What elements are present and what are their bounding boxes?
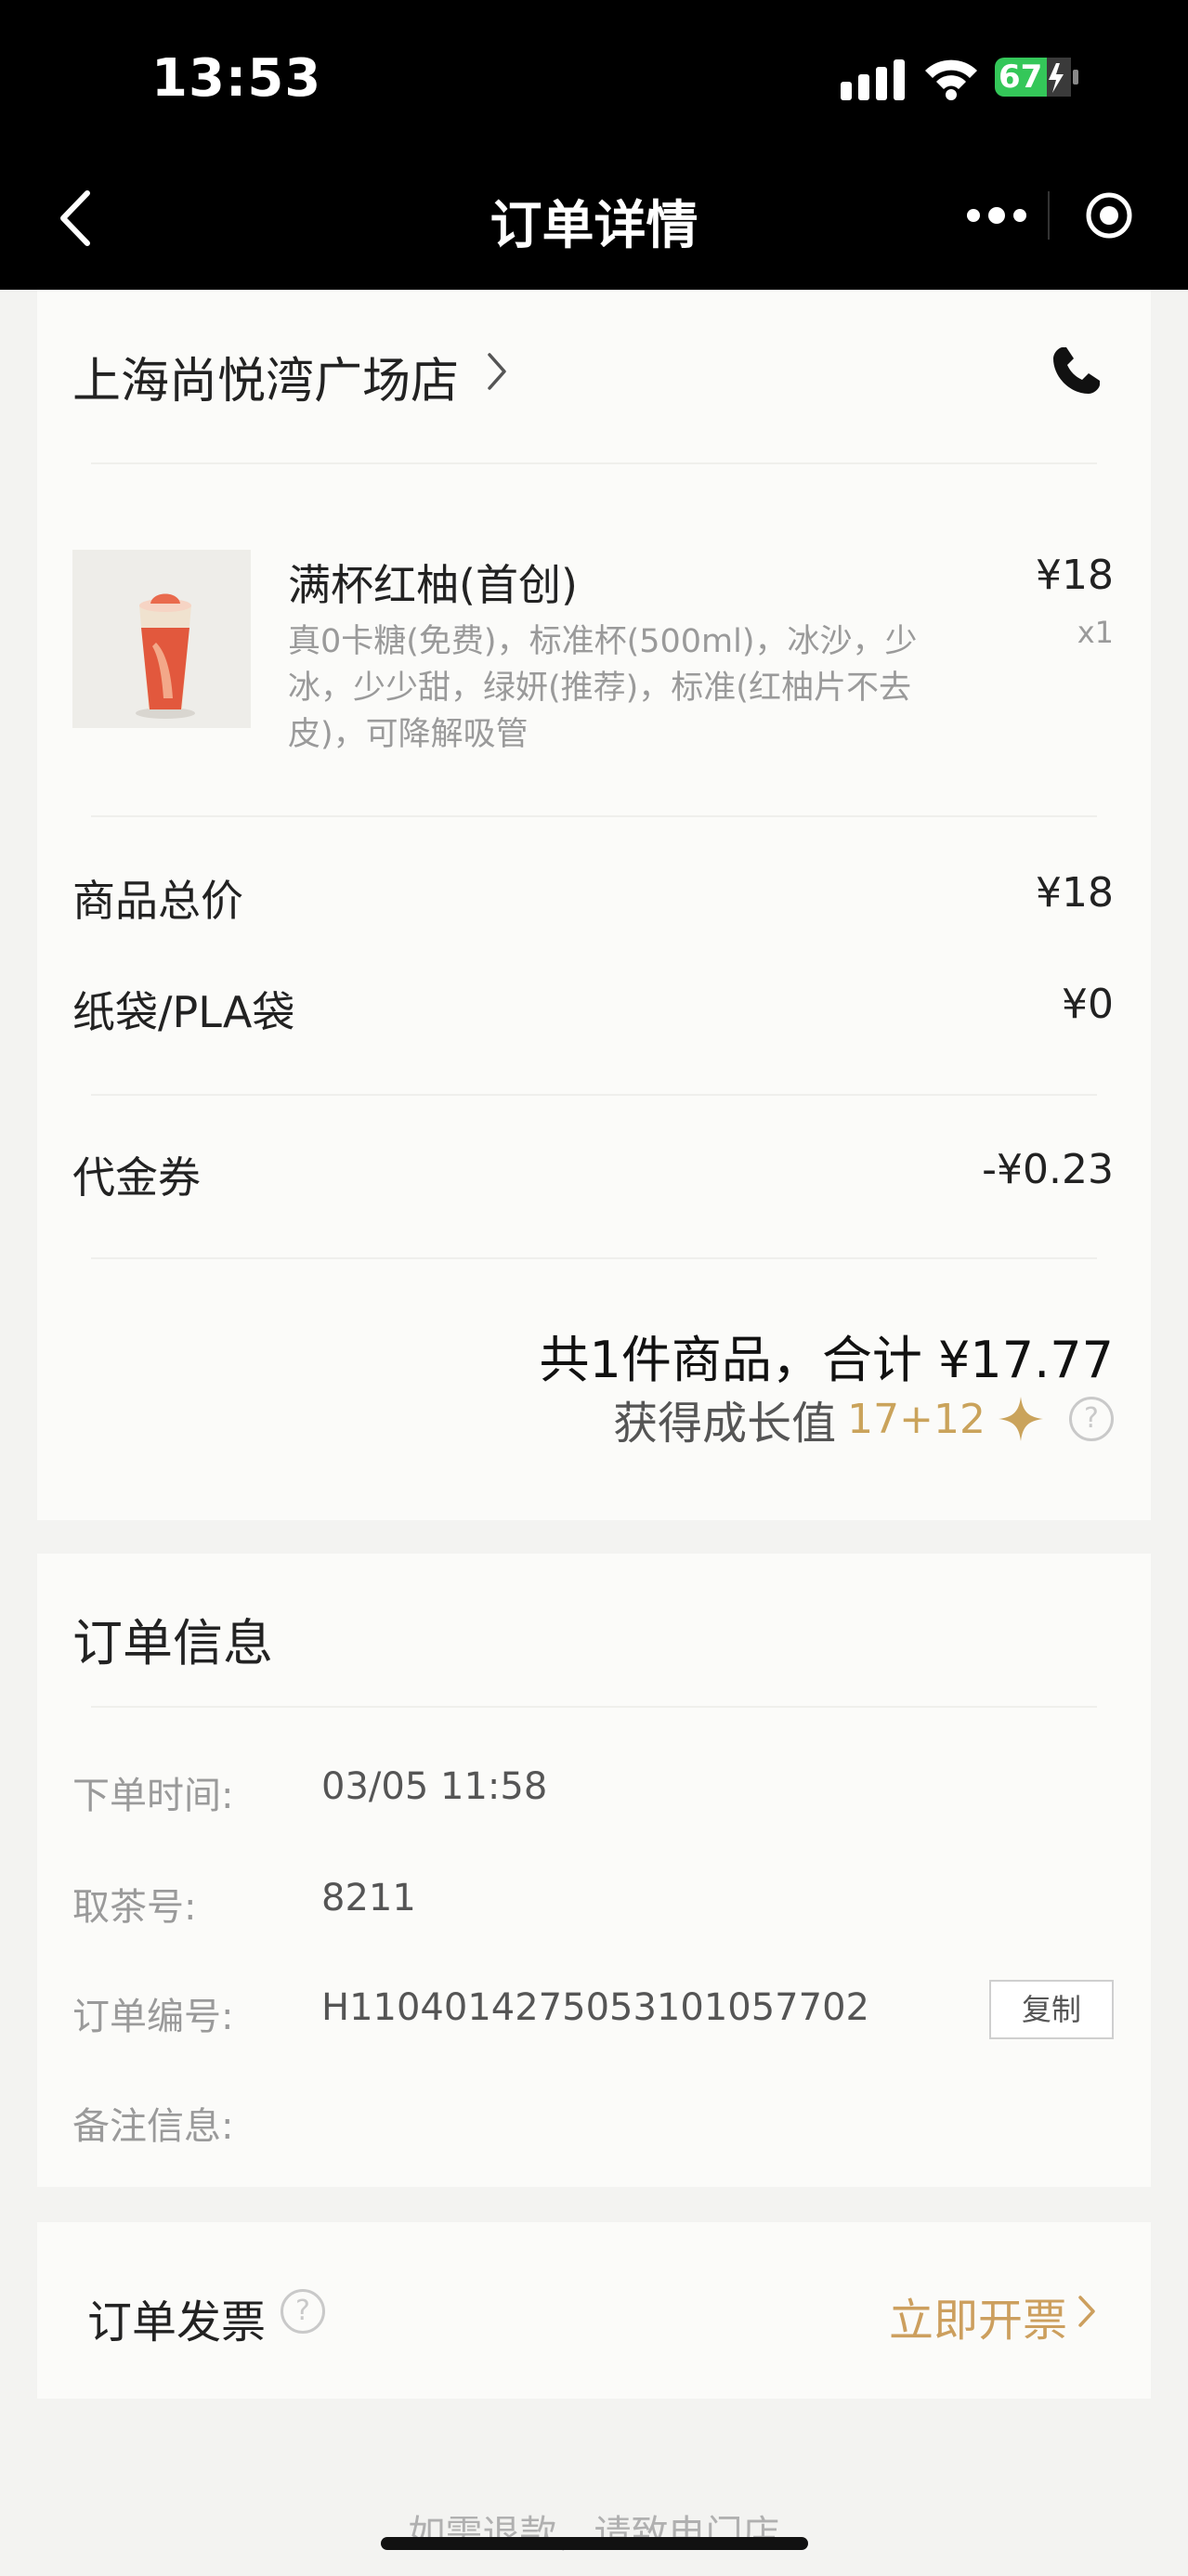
remark-label: 备注信息:: [72, 2105, 234, 2148]
divider: [91, 1094, 1097, 1096]
order-card: 上海尚悦湾广场店 满杯红柚(首创) 真0卡糖(免费)，标准杯(500ml)，冰沙…: [37, 290, 1151, 1520]
status-time: 13:53: [151, 48, 322, 109]
invoice-label: 订单发票: [87, 2296, 267, 2348]
product-image: [72, 550, 251, 728]
chevron-right-icon[interactable]: [1077, 2293, 1097, 2330]
product-quantity: x1: [1077, 615, 1114, 650]
growth-points: 获得成长值 17+12 ?: [613, 1391, 1114, 1450]
question-icon[interactable]: ?: [1069, 1397, 1114, 1441]
product-options: 真0卡糖(免费)，标准杯(500ml)，冰沙，少冰，少少甜，绿妍(推荐)，标准(…: [288, 623, 918, 753]
target-icon[interactable]: [1083, 189, 1135, 241]
order-info-card: 订单信息 下单时间: 03/05 11:58 取茶号: 8211 订单编号: H…: [37, 1554, 1151, 2187]
phone-icon[interactable]: [1050, 344, 1103, 397]
home-indicator[interactable]: [381, 2537, 808, 2550]
divider: [91, 1257, 1097, 1259]
battery-level: 67: [999, 59, 1043, 96]
chevron-right-icon[interactable]: [485, 349, 509, 394]
product-price: ¥18: [1036, 552, 1114, 599]
divider: [91, 462, 1097, 464]
question-icon[interactable]: ?: [281, 2289, 325, 2334]
pickup-number-label: 取茶号:: [72, 1886, 197, 1929]
capsule-divider: [1048, 191, 1050, 240]
goods-total-value: ¥18: [1036, 869, 1114, 917]
star-icon: [999, 1397, 1043, 1441]
coupon-value: -¥0.23: [982, 1146, 1114, 1193]
wifi-icon: [925, 59, 977, 100]
more-dots-icon[interactable]: [964, 193, 1029, 238]
bag-fee-label: 纸袋/PLA袋: [72, 987, 295, 1037]
bag-fee-value: ¥0: [1062, 981, 1114, 1028]
growth-value: 17+12: [847, 1395, 986, 1443]
order-info-title: 订单信息: [72, 1614, 273, 1672]
divider: [91, 815, 1097, 817]
order-total: 共1件商品，合计 ¥17.77: [539, 1331, 1114, 1389]
battery-indicator: 67: [995, 56, 1080, 98]
divider: [91, 1706, 1097, 1708]
coupon-label: 代金券: [72, 1152, 201, 1203]
copy-button[interactable]: 复制: [989, 1980, 1114, 2039]
order-time-label: 下单时间:: [72, 1775, 234, 1817]
pickup-number-value: 8211: [321, 1877, 416, 1919]
goods-total-label: 商品总价: [72, 876, 243, 926]
order-number-value: H110401427505310105770​2: [321, 1986, 869, 2029]
cellular-signal-icon: [841, 59, 905, 100]
order-number-label: 订单编号:: [72, 1996, 234, 2038]
store-name[interactable]: 上海尚悦湾广场店: [72, 342, 459, 411]
top-bar: 13:53 67 订单详情: [0, 0, 1188, 290]
issue-invoice-button[interactable]: 立即开票: [889, 2283, 1067, 2348]
growth-label: 获得成长值: [613, 1398, 837, 1450]
invoice-card[interactable]: 订单发票 ? 立即开票: [37, 2222, 1151, 2399]
product-name: 满杯红柚(首创): [288, 560, 578, 610]
order-time-value: 03/05 11:58: [321, 1765, 548, 1808]
mini-program-capsule: [936, 176, 1159, 254]
